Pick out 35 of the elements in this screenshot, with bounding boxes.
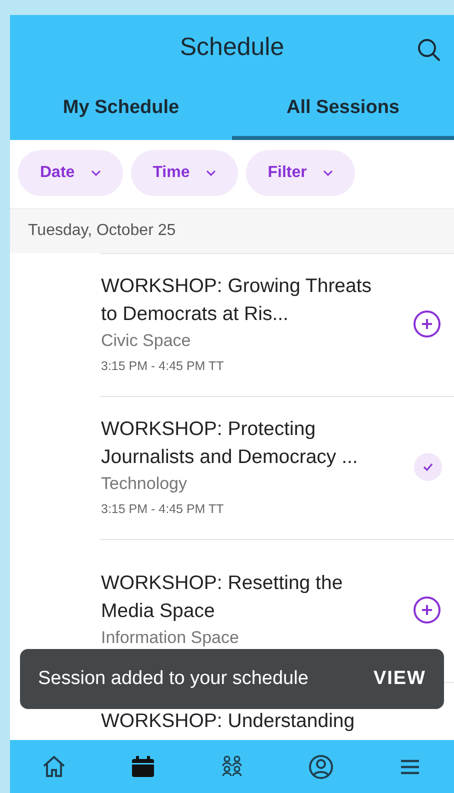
session-category: Technology [101,472,188,495]
add-button[interactable] [412,595,442,625]
session-category: Information Space [101,627,240,650]
tab[interactable]: My Schedule [10,80,232,140]
date-header: Tuesday, October 25 [10,208,454,253]
chevron-down-icon [206,170,216,176]
added-button[interactable] [414,453,442,481]
filter-chip[interactable]: Filter [246,150,355,196]
nav-button[interactable] [130,754,156,780]
snackbar-message: Session added to your schedule [38,666,308,691]
session-category: Civic Space [101,330,192,352]
tab[interactable]: All Sessions [232,80,454,140]
filter-chip[interactable]: Time [130,150,238,196]
plus-circle-icon [413,596,441,624]
add-button[interactable] [412,309,442,339]
session-title[interactable]: WORKSHOP: Growing Threats to Democrats at Ris... [101,272,381,328]
session-title[interactable]: WORKSHOP: Resetting the Media Space [101,569,381,626]
calendar-icon [130,754,156,780]
search-icon [416,37,442,63]
search-button[interactable] [416,37,442,63]
filter-chip[interactable]: Date [18,150,123,196]
nav-button[interactable] [41,754,68,780]
chevron-down-icon [322,170,333,176]
home-icon [41,754,68,780]
session-title[interactable]: WORKSHOP: Understanding [101,707,381,735]
session-time: 3:15 PM - 4:45 PM TT [101,501,225,518]
session-time: 3:15 PM - 4:45 PM TT [101,358,225,376]
nav-button[interactable] [308,754,334,780]
profile-icon [308,754,334,780]
screen-title: Schedule [178,32,286,63]
session-title[interactable]: WORKSHOP: Protecting Journalists and Democracy ... [101,414,381,471]
chevron-down-icon [90,170,101,176]
plus-circle-icon [413,310,441,338]
check-icon [422,462,434,472]
view-button[interactable]: VIEW [373,664,426,694]
